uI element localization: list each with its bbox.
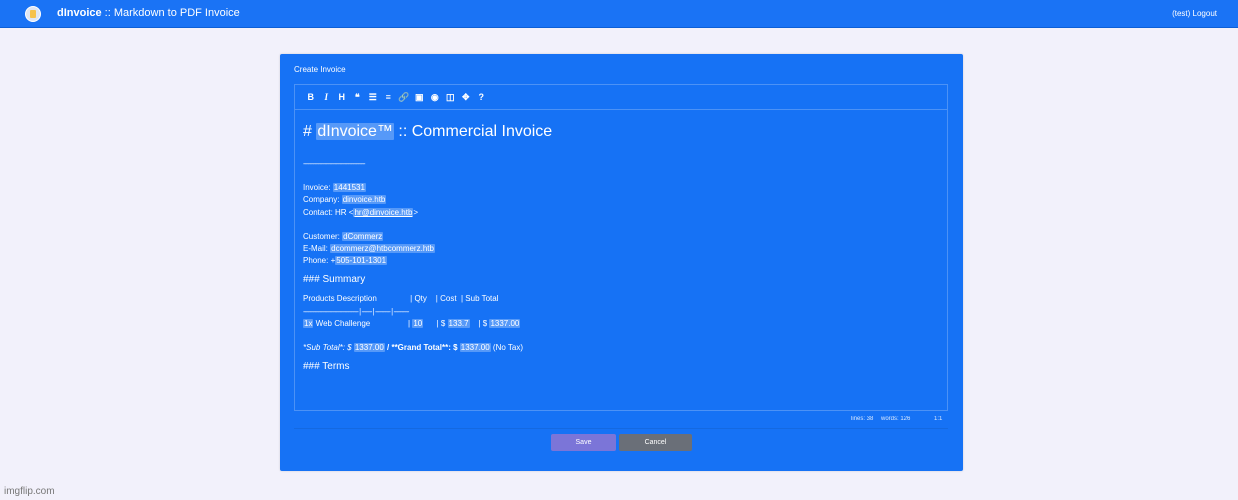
status-cursor: 1:1 — [934, 416, 943, 422]
help-icon[interactable]: ? — [474, 90, 490, 104]
summary-heading: ### Summary — [303, 274, 366, 286]
app-title[interactable]: dInvoice :: Markdown to PDF Invoice — [57, 7, 240, 19]
email-line: E-Mail: dcommerz@htbcommerz.htb — [303, 244, 435, 254]
ordered-list-icon[interactable]: ≡ — [381, 90, 397, 104]
customer-line: Customer: dCommerz — [303, 231, 384, 241]
invoice-heading: # dInvoice™ :: Commercial Invoice — [303, 123, 553, 140]
horizontal-rule: ------------------------------------- — [303, 159, 366, 168]
preview-icon[interactable]: ◉ — [427, 90, 443, 104]
markdown-editor: B I H ❝ ☰ ≡ 🔗 ▣ ◉ ◫ ✥ ? # dInvoice™ :: C… — [294, 84, 948, 411]
fullscreen-icon[interactable]: ✥ — [458, 90, 474, 104]
phone-line: Phone: +505-101-1301 — [303, 256, 388, 266]
table-header-line: Products Description | Qty | Cost | Sub … — [303, 294, 499, 304]
image-icon[interactable]: ▣ — [412, 90, 428, 104]
side-by-side-icon[interactable]: ◫ — [443, 90, 459, 104]
top-navbar: dInvoice :: Markdown to PDF Invoice (tes… — [0, 0, 1238, 28]
bold-icon[interactable]: B — [303, 90, 319, 104]
card-title: Create Invoice — [294, 65, 346, 74]
status-words: words: 126 — [881, 416, 911, 422]
link-icon[interactable]: 🔗 — [396, 90, 412, 104]
status-lines: lines: 38 — [851, 416, 874, 422]
company-line: Company: dinvoice.htb — [303, 195, 387, 205]
totals-line: *Sub Total*: $ 1337.00 / **Grand Total**… — [303, 343, 523, 353]
watermark: imgflip.com — [4, 486, 55, 497]
cancel-button[interactable]: Cancel — [619, 434, 692, 451]
terms-heading: ### Terms — [303, 361, 350, 373]
heading-icon[interactable]: H — [334, 90, 350, 104]
markdown-text-area[interactable]: # dInvoice™ :: Commercial Invoice ------… — [303, 123, 552, 373]
editor-toolbar: B I H ❝ ☰ ≡ 🔗 ▣ ◉ ◫ ✥ ? — [295, 85, 947, 110]
save-button[interactable]: Save — [551, 434, 616, 451]
unordered-list-icon[interactable]: ☰ — [365, 90, 381, 104]
app-logo-icon[interactable] — [25, 6, 41, 22]
logout-link[interactable]: (test) Logout — [1172, 9, 1217, 18]
quote-icon[interactable]: ❝ — [350, 90, 366, 104]
create-invoice-card: Create Invoice B I H ❝ ☰ ≡ 🔗 ▣ ◉ ◫ ✥ ? #… — [280, 54, 963, 471]
italic-icon[interactable]: I — [319, 90, 335, 104]
table-separator-line: --------------------------------- | ----… — [303, 306, 409, 316]
divider — [294, 428, 948, 429]
table-row-line: 1x Web Challenge | 10 | $ 133.7 | $ 1337… — [303, 318, 521, 328]
invoice-line: Invoice: 1441531 — [303, 183, 366, 193]
contact-line: Contact: HR <hr@dinvoice.htb> — [303, 207, 419, 217]
